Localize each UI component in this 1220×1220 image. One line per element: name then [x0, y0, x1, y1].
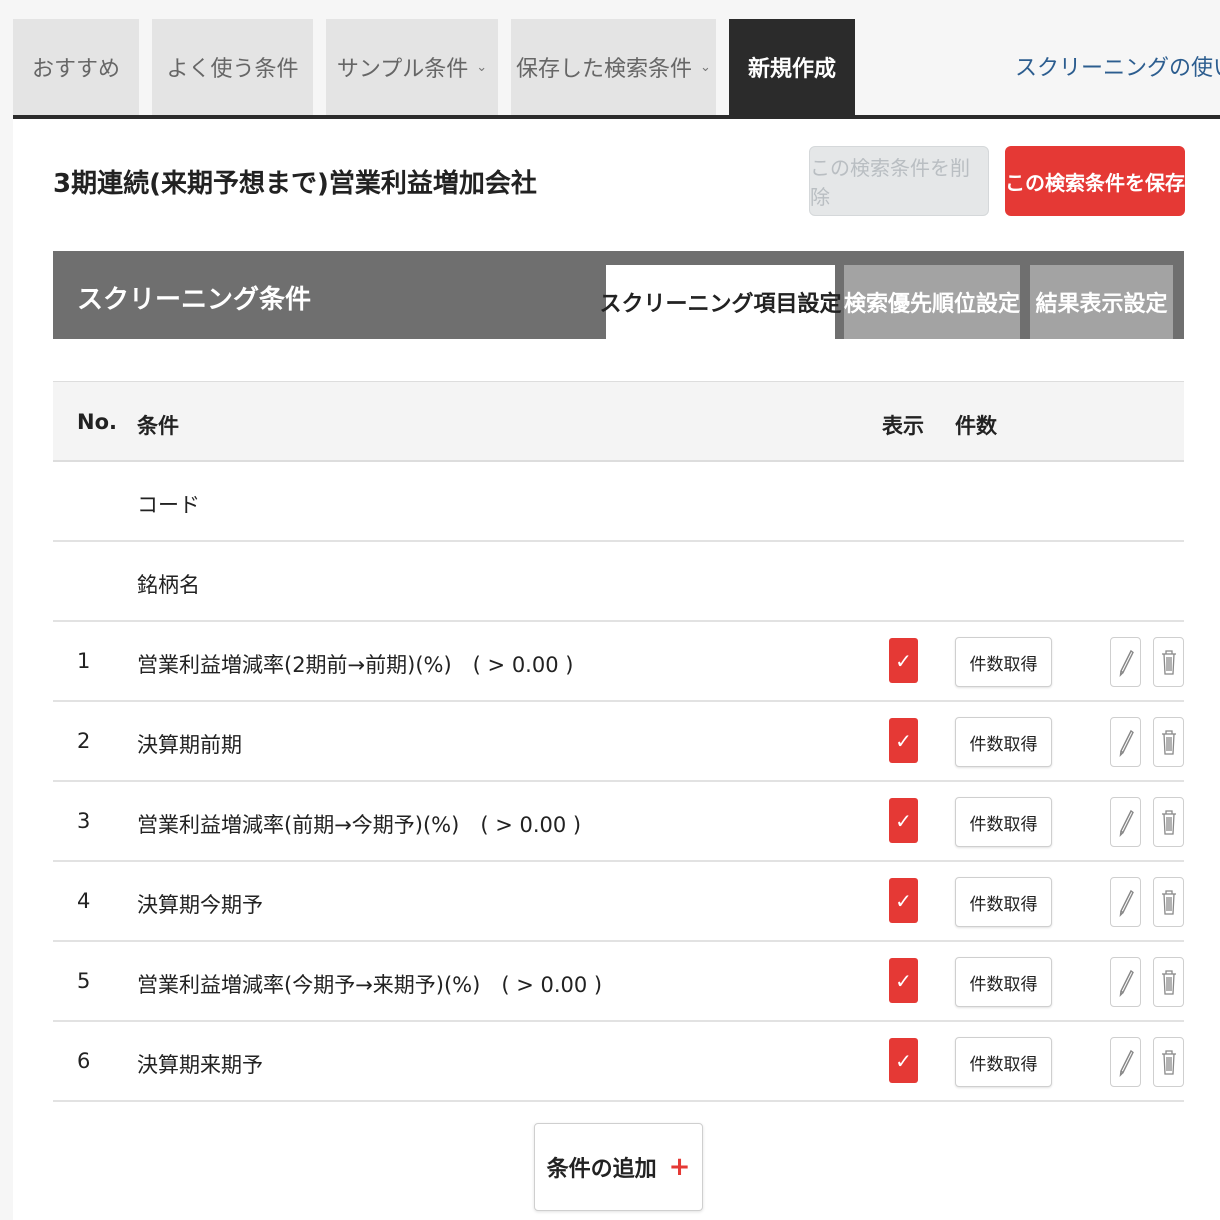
table-row: 5 営業利益増減率(今期予→来期予)(%) ( > 0.00 ) ✓ 件数取得 [53, 942, 1184, 1022]
edit-button[interactable] [1110, 797, 1141, 847]
edit-button[interactable] [1110, 637, 1141, 687]
table-row: 1 営業利益増減率(2期前→前期)(%) ( > 0.00 ) ✓ 件数取得 [53, 622, 1184, 702]
table-row: 3 営業利益増減率(前期→今期予)(%) ( > 0.00 ) ✓ 件数取得 [53, 782, 1184, 862]
table-row: 6 決算期来期予 ✓ 件数取得 [53, 1022, 1184, 1102]
display-checkbox[interactable]: ✓ [889, 878, 918, 923]
trash-icon [1161, 730, 1176, 755]
subtab-screening-items[interactable]: スクリーニング項目設定 [600, 265, 842, 339]
display-checkbox[interactable]: ✓ [889, 718, 918, 763]
chevron-down-icon: ⌄ [476, 59, 488, 75]
header-count: 件数 [955, 414, 997, 438]
page-title: 3期連続(来期予想まで)営業利益増加会社 [53, 169, 537, 199]
trash-icon [1161, 650, 1176, 675]
row-number: 1 [77, 649, 91, 673]
row-number: 5 [77, 969, 91, 993]
trash-icon [1161, 1050, 1176, 1075]
get-count-button[interactable]: 件数取得 [955, 717, 1052, 767]
header-display: 表示 [882, 414, 924, 438]
row-number: 6 [77, 1049, 91, 1073]
add-condition-label: 条件の追加 [546, 1157, 657, 1182]
condition-label: 決算期今期予 [137, 893, 263, 917]
edit-button[interactable] [1110, 957, 1141, 1007]
display-checkbox[interactable]: ✓ [889, 638, 918, 683]
main-panel: 3期連続(来期予想まで)営業利益増加会社 この検索条件を削除 この検索条件を保存… [13, 119, 1220, 1220]
condition-label: 決算期来期予 [137, 1053, 263, 1077]
display-checkbox[interactable]: ✓ [889, 958, 918, 1003]
tab-new[interactable]: 新規作成 [729, 19, 855, 115]
trash-icon [1161, 810, 1176, 835]
save-condition-button[interactable]: この検索条件を保存 [1005, 146, 1185, 216]
checkmark-icon: ✓ [895, 1048, 912, 1073]
tab-saved-conditions[interactable]: 保存した検索条件 ⌄ [511, 19, 716, 115]
tab-label: よく使う条件 [166, 57, 299, 82]
tab-sample-conditions[interactable]: サンプル条件 ⌄ [326, 19, 498, 115]
tab-label: 新規作成 [747, 57, 836, 82]
delete-button[interactable] [1153, 1037, 1184, 1087]
pencil-icon [1119, 649, 1134, 677]
screening-conditions-header: スクリーニング条件 スクリーニング項目設定 検索優先順位設定 結果表示設定 [53, 251, 1184, 339]
condition-label: 営業利益増減率(今期予→来期予)(%) ( > 0.00 ) [137, 973, 603, 997]
help-link[interactable]: スクリーニングの使い方 [1015, 50, 1220, 82]
header-condition: 条件 [137, 414, 179, 438]
help-link-label: スクリーニングの使い方 [1015, 56, 1220, 81]
table-row: 4 決算期今期予 ✓ 件数取得 [53, 862, 1184, 942]
subtab-search-priority[interactable]: 検索優先順位設定 [844, 265, 1020, 339]
condition-label: 営業利益増減率(前期→今期予)(%) ( > 0.00 ) [137, 813, 582, 837]
table-row: 2 決算期前期 ✓ 件数取得 [53, 702, 1184, 782]
pencil-icon [1119, 729, 1134, 757]
row-number: 3 [77, 809, 91, 833]
tab-recommended[interactable]: おすすめ [13, 19, 139, 115]
checkmark-icon: ✓ [895, 728, 912, 753]
edit-button[interactable] [1110, 1037, 1141, 1087]
pencil-icon [1119, 809, 1134, 837]
pencil-icon [1119, 889, 1134, 917]
condition-label: 決算期前期 [137, 733, 242, 757]
conditions-table: No. 条件 表示 件数 コード 銘柄名 1 営業利益増減率(2期前→前期)(%… [53, 381, 1184, 1102]
get-count-button[interactable]: 件数取得 [955, 957, 1052, 1007]
plus-icon: + [668, 1152, 691, 1182]
checkmark-icon: ✓ [895, 648, 912, 673]
get-count-button[interactable]: 件数取得 [955, 797, 1052, 847]
display-checkbox[interactable]: ✓ [889, 1038, 918, 1083]
delete-condition-button[interactable]: この検索条件を削除 [809, 146, 989, 216]
delete-button[interactable] [1153, 717, 1184, 767]
condition-label: コード [137, 493, 200, 517]
header-no: No. [77, 410, 117, 434]
delete-button[interactable] [1153, 637, 1184, 687]
top-tab-bar: おすすめ よく使う条件 サンプル条件 ⌄ 保存した検索条件 ⌄ 新規作成 スクリーニ… [0, 0, 1220, 119]
tab-frequent-conditions[interactable]: よく使う条件 [152, 19, 313, 115]
delete-button[interactable] [1153, 957, 1184, 1007]
checkmark-icon: ✓ [895, 808, 912, 833]
get-count-button[interactable]: 件数取得 [955, 877, 1052, 927]
table-row-code: コード [53, 462, 1184, 542]
pencil-icon [1119, 969, 1134, 997]
table-row-name: 銘柄名 [53, 542, 1184, 622]
tab-label: サンプル条件 [336, 57, 469, 82]
table-header: No. 条件 表示 件数 [53, 381, 1184, 462]
edit-button[interactable] [1110, 717, 1141, 767]
section-title: スクリーニング条件 [77, 285, 312, 315]
tab-label: おすすめ [31, 57, 120, 82]
condition-label: 営業利益増減率(2期前→前期)(%) ( > 0.00 ) [137, 653, 574, 677]
get-count-button[interactable]: 件数取得 [955, 1037, 1052, 1087]
pencil-icon [1119, 1049, 1134, 1077]
get-count-button[interactable]: 件数取得 [955, 637, 1052, 687]
trash-icon [1161, 890, 1176, 915]
checkmark-icon: ✓ [895, 888, 912, 913]
delete-button[interactable] [1153, 877, 1184, 927]
checkmark-icon: ✓ [895, 968, 912, 993]
edit-button[interactable] [1110, 877, 1141, 927]
condition-label: 銘柄名 [137, 573, 200, 597]
row-number: 2 [77, 729, 91, 753]
add-condition-button[interactable]: 条件の追加 + [534, 1123, 703, 1211]
subtab-result-display[interactable]: 結果表示設定 [1030, 265, 1173, 339]
display-checkbox[interactable]: ✓ [889, 798, 918, 843]
delete-button[interactable] [1153, 797, 1184, 847]
chevron-down-icon: ⌄ [700, 59, 711, 75]
tab-label: 保存した検索条件 [516, 57, 693, 82]
trash-icon [1161, 970, 1176, 995]
row-number: 4 [77, 889, 91, 913]
